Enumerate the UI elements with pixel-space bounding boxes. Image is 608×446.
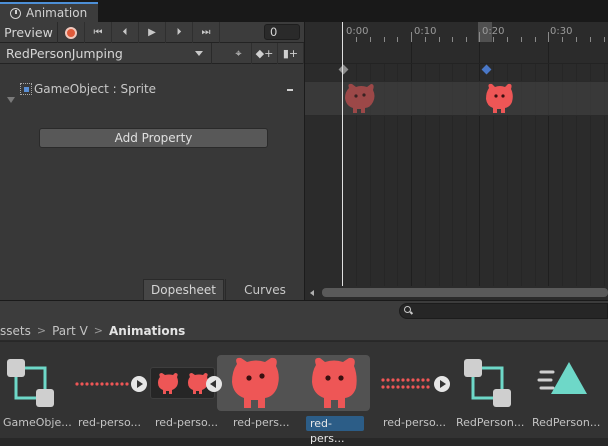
sprite-renderer-icon	[20, 83, 32, 95]
add-event-button[interactable]: ▮+	[278, 43, 304, 64]
property-label[interactable]: GameObject : Sprite	[34, 82, 156, 96]
next-key-button[interactable]: ⏵	[166, 22, 193, 43]
tab-curves[interactable]: Curves	[225, 279, 304, 300]
animation-window-tab[interactable]: Animation	[0, 2, 98, 22]
sprite-thumbnail-frame0[interactable]	[343, 82, 377, 114]
tick-label: 0:30	[550, 26, 573, 37]
last-key-icon: ⏭	[201, 27, 211, 38]
asset-label-selected[interactable]: red-pers...	[306, 416, 364, 445]
key-filter-button[interactable]: ⌖	[226, 43, 252, 64]
chevron-down-icon	[195, 51, 203, 56]
foldout-arrow-icon[interactable]	[7, 97, 15, 103]
record-button[interactable]	[58, 22, 85, 43]
asset-label: GameObje...	[3, 416, 72, 429]
add-keyframe-icon: ◆+	[255, 47, 274, 60]
sprite-thumbnail[interactable]	[229, 356, 289, 412]
clock-icon	[10, 7, 21, 19]
collapse-icon[interactable]	[206, 376, 222, 392]
scrollbar-thumb[interactable]	[322, 288, 608, 297]
animator-controller-icon[interactable]	[5, 357, 57, 411]
asset-label: red-pers...	[233, 416, 290, 429]
sprite-thumbnail-frame1[interactable]	[484, 82, 516, 114]
first-key-icon: ⏮	[93, 27, 103, 38]
sprite-frames	[158, 373, 208, 394]
add-keyframe-button[interactable]: ◆+	[252, 43, 278, 64]
record-icon	[65, 26, 77, 39]
last-key-button[interactable]: ⏭	[193, 22, 220, 43]
asset-label: red-perso...	[78, 416, 142, 429]
tick-label: 0:20	[482, 26, 505, 37]
chevron-right-icon: >	[93, 324, 103, 337]
asset-label: RedPerson...	[532, 416, 601, 429]
animator-controller-icon[interactable]	[462, 357, 514, 411]
chevron-right-icon: >	[36, 324, 47, 337]
scroll-left-icon[interactable]	[310, 290, 314, 296]
play-button[interactable]: ▶	[139, 22, 166, 43]
play-icon: ▶	[148, 27, 156, 38]
breadcrumb-current: Animations	[109, 323, 186, 338]
property-menu-icon[interactable]	[287, 89, 293, 91]
animation-clip-icon[interactable]	[379, 372, 439, 396]
breadcrumb-item[interactable]: Part V	[52, 324, 88, 338]
prev-key-icon: ⏴	[122, 27, 128, 38]
prev-key-button[interactable]: ⏴	[112, 22, 139, 43]
playhead[interactable]	[342, 22, 343, 286]
asset-label: red-perso...	[155, 416, 219, 429]
breadcrumb-item[interactable]: ssets	[0, 324, 31, 338]
search-icon	[404, 306, 411, 313]
tab-dopesheet[interactable]: Dopesheet	[143, 279, 224, 300]
clip-name: RedPersonJumping	[6, 46, 123, 61]
events-row[interactable]	[305, 42, 608, 64]
animation-tab-label: Animation	[26, 6, 88, 20]
tick-label: 0:00	[346, 26, 369, 37]
frame-input[interactable]: 0	[264, 24, 300, 40]
next-key-icon: ⏵	[176, 27, 182, 38]
speed-triangle-icon[interactable]	[537, 358, 589, 408]
clip-dropdown[interactable]: RedPersonJumping	[0, 43, 212, 64]
play-icon[interactable]	[434, 376, 450, 392]
sprite-thumbnail-selected[interactable]	[309, 356, 365, 412]
add-property-button[interactable]: Add Property	[39, 128, 268, 148]
key-filter-icon: ⌖	[235, 46, 242, 60]
add-event-icon: ▮+	[282, 47, 299, 60]
breadcrumb: ssets > Part V > Animations	[0, 321, 608, 341]
asset-label: red-perso...	[383, 416, 447, 429]
play-icon[interactable]	[131, 376, 147, 392]
tick-label: 0:10	[414, 26, 437, 37]
preview-toggle[interactable]: Preview	[0, 22, 58, 43]
first-key-button[interactable]: ⏮	[85, 22, 112, 43]
asset-label: RedPerson...	[456, 416, 525, 429]
search-input[interactable]	[399, 303, 608, 319]
